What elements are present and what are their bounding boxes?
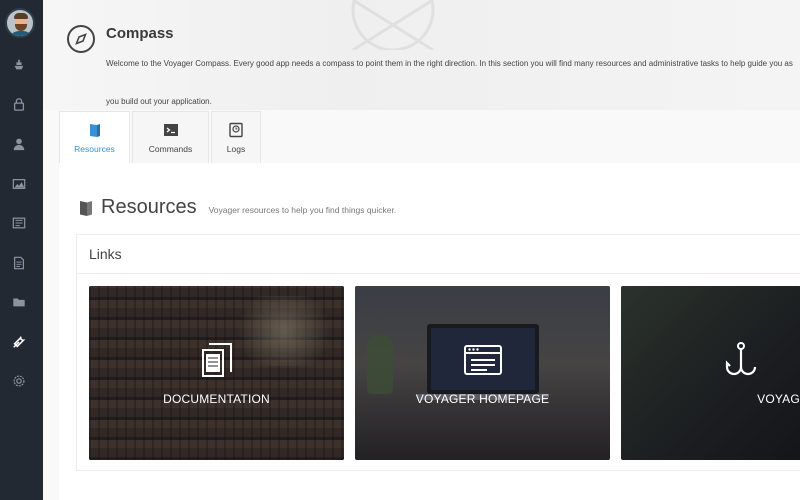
tools-icon[interactable] xyxy=(11,334,27,350)
tab-label: Commands xyxy=(148,144,193,154)
tab-label: Logs xyxy=(226,144,246,154)
browser-icon xyxy=(463,345,502,375)
terminal-icon xyxy=(163,124,178,136)
links-title: Links xyxy=(89,246,122,262)
card-label: DOCUMENTATION xyxy=(163,392,270,406)
compass-icon xyxy=(66,24,96,54)
documentation-card[interactable]: DOCUMENTATION xyxy=(89,286,344,460)
page-title: Compass xyxy=(106,25,174,42)
boat-icon[interactable] xyxy=(11,57,27,73)
tab-label: Resources xyxy=(74,144,115,154)
tab-commands[interactable]: Commands xyxy=(132,111,209,163)
card-label: VOYAGER HOMEPAGE xyxy=(415,392,550,406)
user-icon[interactable] xyxy=(11,136,27,152)
page-description: Welcome to the Voyager Compass. Every go… xyxy=(106,59,793,106)
resources-heading: Resources Voyager resources to help you … xyxy=(79,196,396,219)
links-box: Links DOCUMENTATION VOYAGER HOMEPAGE VOY… xyxy=(76,234,800,471)
voyager-hooks-card[interactable]: VOYAGER HOOKS xyxy=(621,286,800,460)
sidebar xyxy=(0,0,43,500)
avatar[interactable] xyxy=(5,8,35,38)
document-icon[interactable] xyxy=(11,255,27,271)
lock-icon[interactable] xyxy=(11,96,27,112)
hook-icon xyxy=(725,342,757,376)
divider xyxy=(77,273,800,274)
book-icon xyxy=(80,200,92,216)
folder-icon[interactable] xyxy=(11,294,27,310)
documents-icon xyxy=(201,343,232,377)
tab-bar: Resources Commands Logs xyxy=(59,111,261,163)
voyager-homepage-card[interactable]: VOYAGER HOMEPAGE xyxy=(355,286,610,460)
tab-logs[interactable]: Logs xyxy=(211,111,261,163)
book-icon xyxy=(89,124,100,137)
log-icon xyxy=(229,122,243,138)
resources-title: Resources xyxy=(101,196,197,218)
image-icon[interactable] xyxy=(11,176,27,192)
gear-icon[interactable] xyxy=(11,373,27,389)
header-background-art xyxy=(351,0,435,50)
card-label: VOYAGER HOOKS xyxy=(757,392,800,406)
tab-resources[interactable]: Resources xyxy=(59,111,130,163)
resources-panel: Resources Voyager resources to help you … xyxy=(59,163,800,500)
resources-subtitle: Voyager resources to help you find thing… xyxy=(208,204,397,215)
news-icon[interactable] xyxy=(11,215,27,231)
